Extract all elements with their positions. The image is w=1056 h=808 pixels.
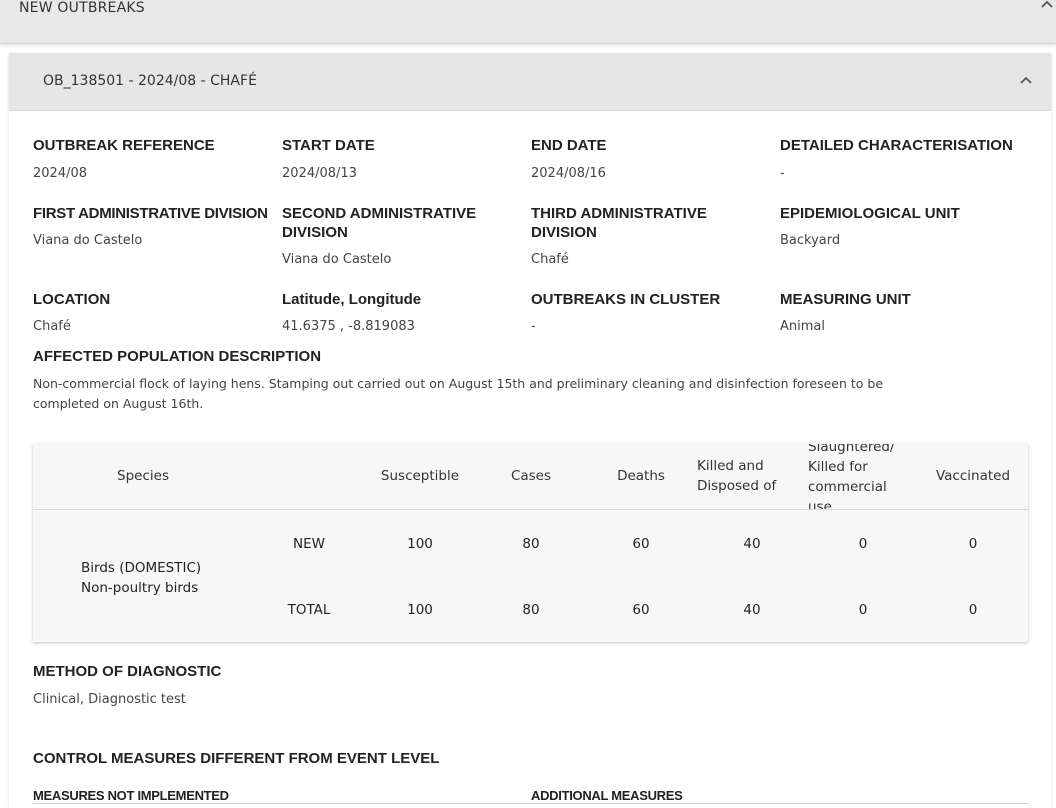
first-admin-division-value: Viana do Castelo [33,233,143,248]
header-killed-line2: Disposed of [697,478,777,494]
first-admin-division-label: FIRST ADMINISTRATIVE DIVISION [33,205,268,222]
new-killed: 40 [743,536,761,552]
new-outbreaks-panel-header[interactable]: NEW OUTBREAKS [0,0,1056,44]
header-susceptible: Susceptible [380,468,460,484]
total-deaths: 60 [632,602,650,618]
third-admin-division-label-line2: DIVISION [531,224,597,241]
location-label: LOCATION [33,291,111,308]
chevron-up-icon[interactable] [1019,73,1033,87]
start-date-label: START DATE [282,137,375,154]
header-deaths: Deaths [617,468,665,484]
second-admin-division-label-line1: SECOND ADMINISTRATIVE [282,205,477,222]
method-of-diagnostic-label: METHOD OF DIAGNOSTIC [33,663,222,680]
method-of-diagnostic-value: Clinical, Diagnostic test [33,692,186,707]
outbreak-reference-value: 2024/08 [33,166,88,181]
third-admin-division-label: THIRD ADMINISTRATIVE DIVISION [531,204,707,242]
outbreaks-in-cluster-label: OUTBREAKS IN CLUSTER [531,291,721,308]
new-slaughtered: 0 [858,536,868,552]
measuring-unit-label: MEASURING UNIT [780,291,911,308]
total-slaughtered: 0 [858,602,868,618]
outbreak-title: OB_138501 - 2024/08 - CHAFÉ [43,73,257,89]
species-name-line2: Non-poultry birds [81,580,199,596]
second-admin-division-label: SECOND ADMINISTRATIVE DIVISION [282,204,476,242]
lat-long-label: Latitude, Longitude [282,291,422,308]
outbreak-reference-label: OUTBREAK REFERENCE [33,137,215,154]
header-species: Species [117,468,169,484]
row-type-new: NEW [293,536,325,552]
total-cases: 80 [522,602,540,618]
header-vaccinated: Vaccinated [935,468,1011,484]
affected-population-label: AFFECTED POPULATION DESCRIPTION [33,348,322,365]
new-cases: 80 [522,536,540,552]
affected-population-line1: Non-commercial flock of laying hens. Sta… [33,376,884,391]
total-susceptible: 100 [407,602,433,618]
new-outbreaks-title: NEW OUTBREAKS [19,0,145,16]
species-name-line1: Birds (DOMESTIC) [81,560,202,576]
new-susceptible: 100 [407,536,433,552]
chevron-up-icon[interactable] [1040,0,1054,11]
header-slaughtered-clip: Slaughtered/ Killed for commercial use [808,444,918,509]
second-admin-division-label-line2: DIVISION [282,224,348,241]
new-vaccinated: 0 [968,536,978,552]
detailed-characterisation-value: - [780,166,785,181]
header-killed-line1: Killed and [697,458,764,474]
second-admin-division-value: Viana do Castelo [282,252,392,267]
species-cell: Birds (DOMESTIC) Non-poultry birds [81,558,201,598]
outbreak-panel-header[interactable]: OB_138501 - 2024/08 - CHAFÉ [9,53,1051,111]
header-killed: Killed and Disposed of [697,456,807,496]
epidemiological-unit-label: EPIDEMIOLOGICAL UNIT [780,205,960,222]
header-slaughtered-line3: commercial [808,479,887,495]
header-slaughtered-line1: Slaughtered/ [808,444,895,455]
row-type-total: TOTAL [287,602,331,618]
start-date-value: 2024/08/13 [282,166,357,181]
third-admin-division-label-line1: THIRD ADMINISTRATIVE [531,205,707,222]
detailed-characterisation-label: DETAILED CHARACTERISATION [780,137,1013,154]
affected-population-line2: completed on August 16th. [33,396,204,411]
header-slaughtered-line2: Killed for [808,459,868,475]
header-slaughtered-line4: use [808,499,832,509]
species-table: Species Susceptible Cases Deaths Killed … [33,444,1028,642]
total-killed: 40 [743,602,761,618]
third-admin-division-value: Chafé [531,252,569,267]
header-cases: Cases [510,468,552,484]
header-slaughtered: Slaughtered/ Killed for commercial use [808,444,918,509]
header-divider [33,509,1028,510]
control-measures-divider [33,803,1028,804]
outbreaks-in-cluster-value: - [531,319,536,334]
new-deaths: 60 [632,536,650,552]
total-vaccinated: 0 [968,602,978,618]
end-date-value: 2024/08/16 [531,166,606,181]
end-date-label: END DATE [531,137,607,154]
control-measures-title: CONTROL MEASURES DIFFERENT FROM EVENT LE… [33,750,440,767]
lat-long-value: 41.6375 , -8.819083 [282,319,415,334]
epidemiological-unit-value: Backyard [780,233,841,248]
location-value: Chafé [33,319,71,334]
measuring-unit-value: Animal [780,319,825,334]
